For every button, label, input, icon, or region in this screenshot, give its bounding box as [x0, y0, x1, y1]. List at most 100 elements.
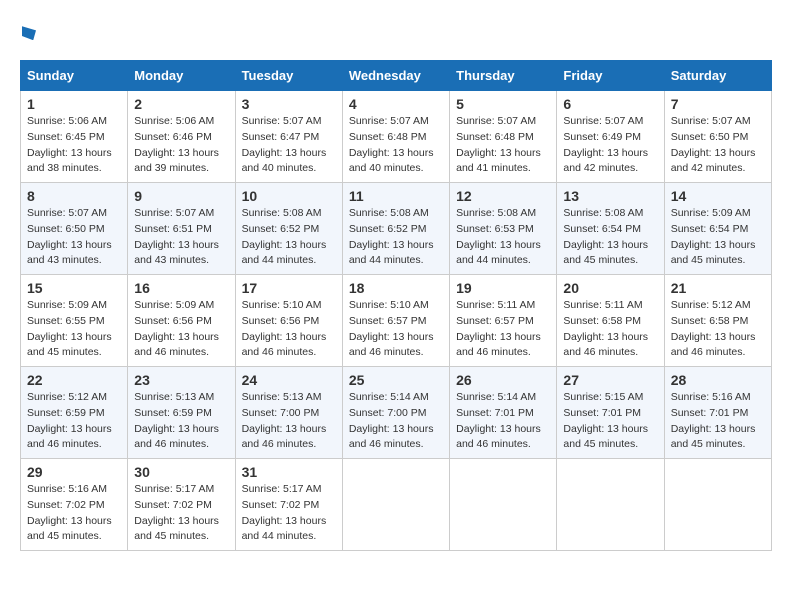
calendar-cell [664, 459, 771, 551]
day-number: 8 [27, 188, 121, 204]
day-number: 3 [242, 96, 336, 112]
day-number: 19 [456, 280, 550, 296]
day-info: Sunrise: 5:16 AM Sunset: 7:01 PM Dayligh… [671, 390, 765, 453]
calendar-cell: 14 Sunrise: 5:09 AM Sunset: 6:54 PM Dayl… [664, 183, 771, 275]
calendar-cell: 5 Sunrise: 5:07 AM Sunset: 6:48 PM Dayli… [450, 91, 557, 183]
calendar-cell: 8 Sunrise: 5:07 AM Sunset: 6:50 PM Dayli… [21, 183, 128, 275]
day-info: Sunrise: 5:13 AM Sunset: 6:59 PM Dayligh… [134, 390, 228, 453]
day-info: Sunrise: 5:08 AM Sunset: 6:53 PM Dayligh… [456, 206, 550, 269]
day-info: Sunrise: 5:08 AM Sunset: 6:54 PM Dayligh… [563, 206, 657, 269]
day-info: Sunrise: 5:08 AM Sunset: 6:52 PM Dayligh… [242, 206, 336, 269]
calendar-cell: 3 Sunrise: 5:07 AM Sunset: 6:47 PM Dayli… [235, 91, 342, 183]
day-number: 30 [134, 464, 228, 480]
day-number: 2 [134, 96, 228, 112]
calendar-cell: 13 Sunrise: 5:08 AM Sunset: 6:54 PM Dayl… [557, 183, 664, 275]
day-number: 24 [242, 372, 336, 388]
day-number: 14 [671, 188, 765, 204]
calendar-cell: 31 Sunrise: 5:17 AM Sunset: 7:02 PM Dayl… [235, 459, 342, 551]
day-number: 15 [27, 280, 121, 296]
day-info: Sunrise: 5:07 AM Sunset: 6:50 PM Dayligh… [671, 114, 765, 177]
calendar-cell: 12 Sunrise: 5:08 AM Sunset: 6:53 PM Dayl… [450, 183, 557, 275]
day-number: 31 [242, 464, 336, 480]
calendar-cell: 21 Sunrise: 5:12 AM Sunset: 6:58 PM Dayl… [664, 275, 771, 367]
calendar-cell: 20 Sunrise: 5:11 AM Sunset: 6:58 PM Dayl… [557, 275, 664, 367]
day-info: Sunrise: 5:11 AM Sunset: 6:57 PM Dayligh… [456, 298, 550, 361]
calendar-header-wednesday: Wednesday [342, 61, 449, 91]
day-info: Sunrise: 5:06 AM Sunset: 6:45 PM Dayligh… [27, 114, 121, 177]
day-number: 29 [27, 464, 121, 480]
calendar-cell: 25 Sunrise: 5:14 AM Sunset: 7:00 PM Dayl… [342, 367, 449, 459]
calendar-cell: 22 Sunrise: 5:12 AM Sunset: 6:59 PM Dayl… [21, 367, 128, 459]
day-number: 16 [134, 280, 228, 296]
header [20, 20, 772, 44]
day-number: 4 [349, 96, 443, 112]
calendar-cell: 17 Sunrise: 5:10 AM Sunset: 6:56 PM Dayl… [235, 275, 342, 367]
day-number: 21 [671, 280, 765, 296]
day-info: Sunrise: 5:11 AM Sunset: 6:58 PM Dayligh… [563, 298, 657, 361]
day-info: Sunrise: 5:12 AM Sunset: 6:59 PM Dayligh… [27, 390, 121, 453]
logo-text [20, 20, 36, 44]
logo-icon [22, 26, 36, 40]
day-number: 9 [134, 188, 228, 204]
day-number: 10 [242, 188, 336, 204]
calendar-cell: 9 Sunrise: 5:07 AM Sunset: 6:51 PM Dayli… [128, 183, 235, 275]
day-number: 7 [671, 96, 765, 112]
calendar-week-row: 15 Sunrise: 5:09 AM Sunset: 6:55 PM Dayl… [21, 275, 772, 367]
day-info: Sunrise: 5:07 AM Sunset: 6:48 PM Dayligh… [349, 114, 443, 177]
day-info: Sunrise: 5:08 AM Sunset: 6:52 PM Dayligh… [349, 206, 443, 269]
calendar-header-saturday: Saturday [664, 61, 771, 91]
day-info: Sunrise: 5:17 AM Sunset: 7:02 PM Dayligh… [134, 482, 228, 545]
calendar-header-monday: Monday [128, 61, 235, 91]
calendar-header-friday: Friday [557, 61, 664, 91]
day-info: Sunrise: 5:14 AM Sunset: 7:00 PM Dayligh… [349, 390, 443, 453]
calendar-cell: 19 Sunrise: 5:11 AM Sunset: 6:57 PM Dayl… [450, 275, 557, 367]
day-number: 13 [563, 188, 657, 204]
day-info: Sunrise: 5:07 AM Sunset: 6:47 PM Dayligh… [242, 114, 336, 177]
calendar-cell: 11 Sunrise: 5:08 AM Sunset: 6:52 PM Dayl… [342, 183, 449, 275]
calendar-header-thursday: Thursday [450, 61, 557, 91]
day-info: Sunrise: 5:10 AM Sunset: 6:57 PM Dayligh… [349, 298, 443, 361]
day-number: 22 [27, 372, 121, 388]
calendar-cell: 29 Sunrise: 5:16 AM Sunset: 7:02 PM Dayl… [21, 459, 128, 551]
calendar-cell: 2 Sunrise: 5:06 AM Sunset: 6:46 PM Dayli… [128, 91, 235, 183]
day-info: Sunrise: 5:07 AM Sunset: 6:48 PM Dayligh… [456, 114, 550, 177]
calendar-week-row: 22 Sunrise: 5:12 AM Sunset: 6:59 PM Dayl… [21, 367, 772, 459]
day-number: 28 [671, 372, 765, 388]
calendar-cell: 28 Sunrise: 5:16 AM Sunset: 7:01 PM Dayl… [664, 367, 771, 459]
calendar-cell: 16 Sunrise: 5:09 AM Sunset: 6:56 PM Dayl… [128, 275, 235, 367]
calendar-header-sunday: Sunday [21, 61, 128, 91]
calendar-cell: 4 Sunrise: 5:07 AM Sunset: 6:48 PM Dayli… [342, 91, 449, 183]
calendar-cell [557, 459, 664, 551]
day-info: Sunrise: 5:09 AM Sunset: 6:54 PM Dayligh… [671, 206, 765, 269]
calendar-cell: 18 Sunrise: 5:10 AM Sunset: 6:57 PM Dayl… [342, 275, 449, 367]
day-info: Sunrise: 5:15 AM Sunset: 7:01 PM Dayligh… [563, 390, 657, 453]
calendar-cell: 1 Sunrise: 5:06 AM Sunset: 6:45 PM Dayli… [21, 91, 128, 183]
calendar-cell: 23 Sunrise: 5:13 AM Sunset: 6:59 PM Dayl… [128, 367, 235, 459]
calendar-cell: 26 Sunrise: 5:14 AM Sunset: 7:01 PM Dayl… [450, 367, 557, 459]
day-number: 6 [563, 96, 657, 112]
calendar-week-row: 29 Sunrise: 5:16 AM Sunset: 7:02 PM Dayl… [21, 459, 772, 551]
day-info: Sunrise: 5:17 AM Sunset: 7:02 PM Dayligh… [242, 482, 336, 545]
day-info: Sunrise: 5:16 AM Sunset: 7:02 PM Dayligh… [27, 482, 121, 545]
day-info: Sunrise: 5:07 AM Sunset: 6:49 PM Dayligh… [563, 114, 657, 177]
calendar-header-row: SundayMondayTuesdayWednesdayThursdayFrid… [21, 61, 772, 91]
day-number: 17 [242, 280, 336, 296]
calendar-cell: 10 Sunrise: 5:08 AM Sunset: 6:52 PM Dayl… [235, 183, 342, 275]
day-number: 5 [456, 96, 550, 112]
calendar-cell: 27 Sunrise: 5:15 AM Sunset: 7:01 PM Dayl… [557, 367, 664, 459]
day-info: Sunrise: 5:12 AM Sunset: 6:58 PM Dayligh… [671, 298, 765, 361]
day-info: Sunrise: 5:07 AM Sunset: 6:50 PM Dayligh… [27, 206, 121, 269]
day-info: Sunrise: 5:09 AM Sunset: 6:55 PM Dayligh… [27, 298, 121, 361]
day-number: 27 [563, 372, 657, 388]
calendar-header-tuesday: Tuesday [235, 61, 342, 91]
calendar-table: SundayMondayTuesdayWednesdayThursdayFrid… [20, 60, 772, 551]
calendar-cell: 6 Sunrise: 5:07 AM Sunset: 6:49 PM Dayli… [557, 91, 664, 183]
day-info: Sunrise: 5:14 AM Sunset: 7:01 PM Dayligh… [456, 390, 550, 453]
day-number: 11 [349, 188, 443, 204]
day-number: 23 [134, 372, 228, 388]
logo [20, 20, 36, 44]
calendar-body: 1 Sunrise: 5:06 AM Sunset: 6:45 PM Dayli… [21, 91, 772, 551]
day-info: Sunrise: 5:13 AM Sunset: 7:00 PM Dayligh… [242, 390, 336, 453]
day-number: 20 [563, 280, 657, 296]
day-info: Sunrise: 5:10 AM Sunset: 6:56 PM Dayligh… [242, 298, 336, 361]
